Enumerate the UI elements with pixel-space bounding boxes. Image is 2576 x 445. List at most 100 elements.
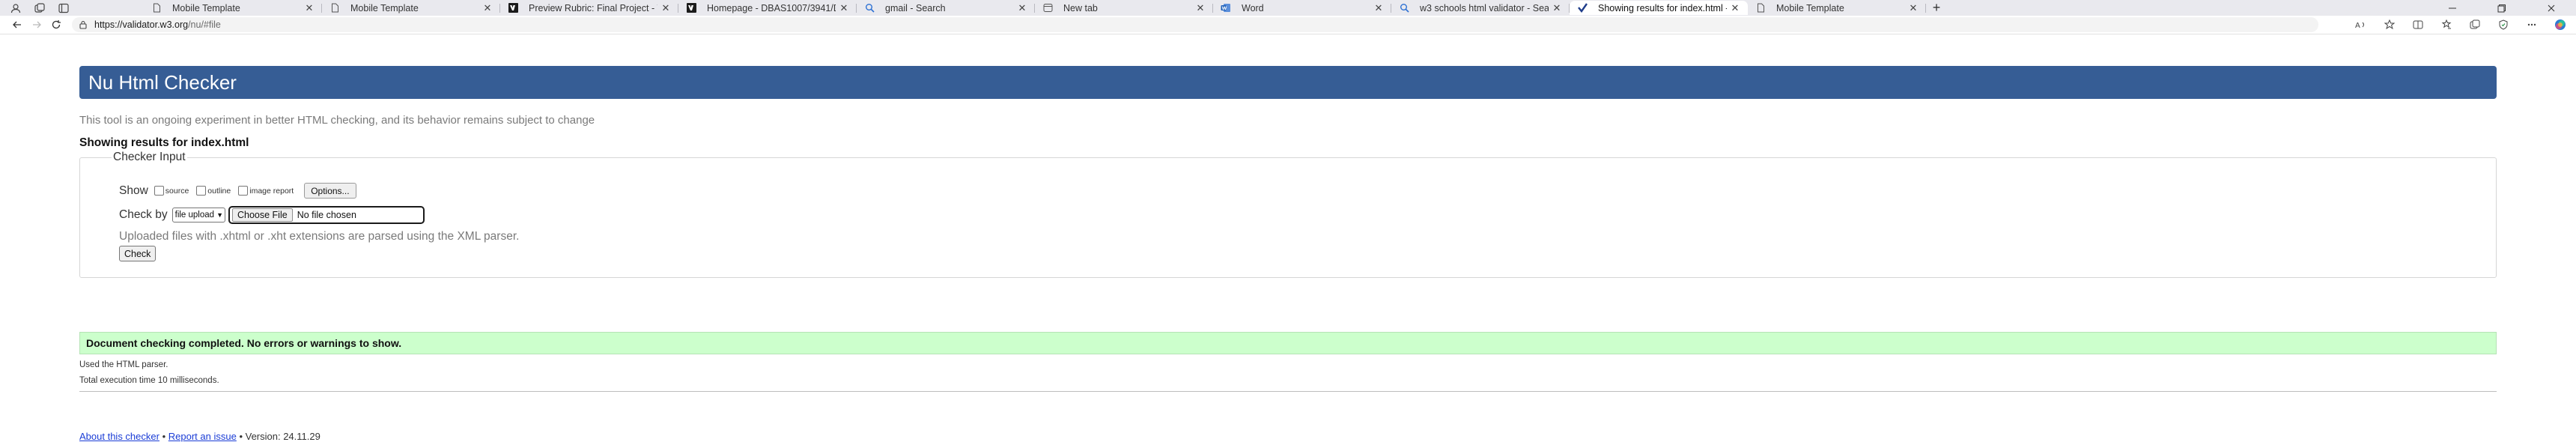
browser-tab[interactable]: Mobile Template ✕ <box>144 1 322 15</box>
page-title: Nu Html Checker <box>88 70 237 94</box>
choose-file-button[interactable]: Choose File <box>231 208 293 222</box>
footer-separator: • <box>162 431 166 442</box>
show-label: Show <box>119 184 148 197</box>
about-checker-link[interactable]: About this checker <box>79 431 160 442</box>
upload-note: Uploaded files with .xhtml or .xht exten… <box>119 230 520 243</box>
results-heading: Showing results for index.html <box>79 136 249 149</box>
read-aloud-icon[interactable]: A <box>2351 16 2371 34</box>
more-menu-icon[interactable] <box>2522 16 2542 34</box>
svg-text:A: A <box>2355 22 2360 30</box>
tab-list: Mobile Template ✕ Mobile Template ✕ Preview … <box>144 0 1947 16</box>
checker-input-legend: Checker Input <box>113 151 186 163</box>
tab-separator <box>1925 4 1926 13</box>
window-controls-left <box>0 0 75 16</box>
tab-strip: Mobile Template ✕ Mobile Template ✕ Preview … <box>0 0 2576 16</box>
success-message: Document checking completed. No errors o… <box>79 332 2497 354</box>
browser-tab[interactable]: New tab ✕ <box>1035 1 1213 15</box>
source-checkbox[interactable] <box>154 186 164 196</box>
file-input[interactable]: Choose File No file chosen <box>228 206 425 224</box>
newtab-icon <box>1042 3 1053 13</box>
tab-actions-icon[interactable] <box>52 0 75 16</box>
check-by-select[interactable]: file upload ▼ <box>171 208 225 222</box>
close-tab-icon[interactable]: ✕ <box>1373 2 1384 14</box>
no-file-text: No file chosen <box>297 210 356 220</box>
version-text: • Version: 24.11.29 <box>239 431 321 442</box>
close-tab-icon[interactable]: ✕ <box>1730 2 1740 14</box>
page-icon <box>1755 3 1766 13</box>
address-bar[interactable]: https://validator.w3.org/nu/#file <box>72 17 2318 32</box>
tab-title: Mobile Template <box>1776 2 1844 13</box>
show-options-row: Show source outline image report Options… <box>119 183 356 199</box>
url-path: /nu/#file <box>188 19 221 30</box>
browser-tab[interactable]: W Word ✕ <box>1213 1 1391 15</box>
window-buttons <box>2428 0 2576 16</box>
image-report-label[interactable]: image report <box>249 187 294 196</box>
intro-text: This tool is an ongoing experiment in be… <box>79 114 595 127</box>
search-icon <box>1399 3 1409 13</box>
chevron-down-icon: ▼ <box>216 211 223 219</box>
new-tab-icon[interactable]: + <box>1926 0 1947 16</box>
favorites-icon[interactable] <box>2437 16 2456 34</box>
url-host: https://validator.w3.org <box>94 19 189 30</box>
maximize-icon[interactable] <box>2477 0 2527 16</box>
back-icon[interactable] <box>7 16 27 34</box>
page-banner: Nu Html Checker <box>79 66 2497 99</box>
page-icon <box>151 3 162 13</box>
dc-logo-icon <box>686 3 696 13</box>
source-label[interactable]: source <box>165 187 189 196</box>
close-tab-icon[interactable]: ✕ <box>1017 2 1027 14</box>
w3c-check-icon <box>1577 3 1588 13</box>
close-tab-icon[interactable]: ✕ <box>304 2 315 14</box>
browser-tab[interactable]: Mobile Template ✕ <box>1748 1 1926 15</box>
browser-tab[interactable]: gmail - Search ✕ <box>857 1 1035 15</box>
parser-note: Used the HTML parser. <box>79 360 168 369</box>
close-tab-icon[interactable]: ✕ <box>839 2 849 14</box>
tab-title: w3 schools html validator - Searc <box>1420 2 1549 13</box>
close-tab-icon[interactable]: ✕ <box>482 2 493 14</box>
collections-icon[interactable] <box>2465 16 2485 34</box>
tab-title: New tab <box>1063 2 1098 13</box>
workspaces-icon[interactable] <box>28 0 51 16</box>
close-tab-icon[interactable]: ✕ <box>1908 2 1919 14</box>
image-report-checkbox[interactable] <box>238 186 249 196</box>
close-window-icon[interactable] <box>2527 0 2576 16</box>
browser-toolbar: https://validator.w3.org/nu/#file A <box>0 16 2576 34</box>
outline-label[interactable]: outline <box>207 187 231 196</box>
toolbar-actions: A <box>2351 16 2570 34</box>
check-button-row: Check <box>119 246 157 261</box>
check-by-row: Check by file upload ▼ Choose File No fi… <box>119 206 425 224</box>
report-issue-link[interactable]: Report an issue <box>168 431 237 442</box>
svg-text:W: W <box>1222 6 1227 11</box>
close-tab-icon[interactable]: ✕ <box>1552 2 1562 14</box>
browser-essentials-icon[interactable] <box>2494 16 2513 34</box>
browser-tab[interactable]: Homepage - DBAS1007/3941/Da ✕ <box>678 1 857 15</box>
check-by-label: Check by <box>119 208 168 221</box>
profile-icon[interactable] <box>4 0 27 16</box>
tab-title: gmail - Search <box>885 2 946 13</box>
word-icon: W <box>1221 3 1231 13</box>
refresh-icon[interactable] <box>46 16 66 34</box>
browser-tab[interactable]: Preview Rubric: Final Project - Wi ✕ <box>500 1 678 15</box>
tab-title: Mobile Template <box>172 2 240 13</box>
browser-tab[interactable]: Showing results for index.html - N ✕ <box>1570 1 1748 15</box>
favorite-star-icon[interactable] <box>2380 16 2399 34</box>
copilot-icon[interactable] <box>2551 16 2570 34</box>
lock-icon[interactable] <box>72 20 94 29</box>
tab-title: Homepage - DBAS1007/3941/Da <box>707 2 836 13</box>
split-screen-icon[interactable] <box>2408 16 2428 34</box>
options-button[interactable]: Options... <box>304 183 356 199</box>
close-tab-icon[interactable]: ✕ <box>1195 2 1206 14</box>
forward-icon[interactable] <box>27 16 46 34</box>
outline-checkbox[interactable] <box>196 186 207 196</box>
close-tab-icon[interactable]: ✕ <box>660 2 671 14</box>
execution-time: Total execution time 10 milliseconds. <box>79 376 219 385</box>
browser-tab[interactable]: w3 schools html validator - Searc ✕ <box>1391 1 1570 15</box>
search-icon <box>864 3 875 13</box>
tab-title: Word <box>1242 2 1264 13</box>
minimize-icon[interactable] <box>2428 0 2477 16</box>
footer: About this checker • Report an issue • V… <box>79 431 321 442</box>
check-button[interactable]: Check <box>119 246 157 261</box>
divider <box>79 391 2497 392</box>
checker-input-fieldset: Checker Input Show source outline image … <box>79 151 2497 278</box>
browser-tab[interactable]: Mobile Template ✕ <box>322 1 500 15</box>
